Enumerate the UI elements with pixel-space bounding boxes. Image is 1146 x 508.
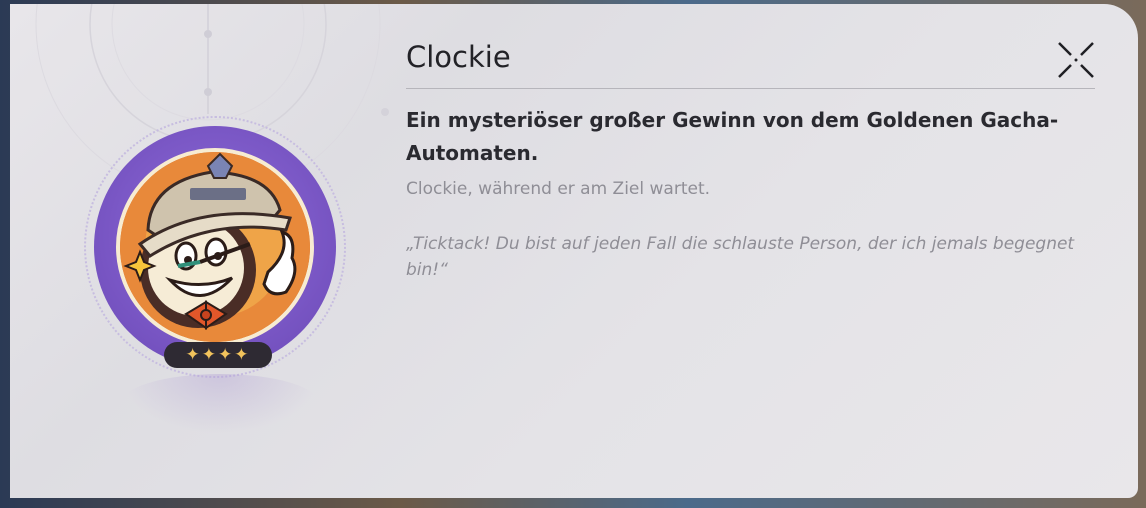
item-title: Clockie	[406, 40, 511, 74]
item-quote: „Ticktack! Du bist auf jeden Fall die sc…	[406, 234, 1075, 280]
avatar-reflection	[120, 374, 320, 434]
window-frame: ✦✦✦✦ Clockie Ein mysteriöser großer Gewi…	[0, 0, 1146, 508]
close-button[interactable]	[1056, 40, 1096, 80]
close-icon	[1058, 42, 1094, 78]
title-divider	[406, 88, 1095, 89]
clockie-illustration	[120, 152, 310, 342]
avatar: ✦✦✦✦	[84, 116, 346, 378]
item-detail-panel: ✦✦✦✦ Clockie Ein mysteriöser großer Gewi…	[10, 4, 1138, 498]
rarity-stars: ✦✦✦✦	[164, 342, 272, 368]
clockie-portrait	[116, 148, 314, 346]
item-subtitle: Ein mysteriöser großer Gewinn von dem Go…	[406, 108, 1059, 165]
item-description: Clockie, während er am Ziel wartet.	[406, 179, 711, 199]
